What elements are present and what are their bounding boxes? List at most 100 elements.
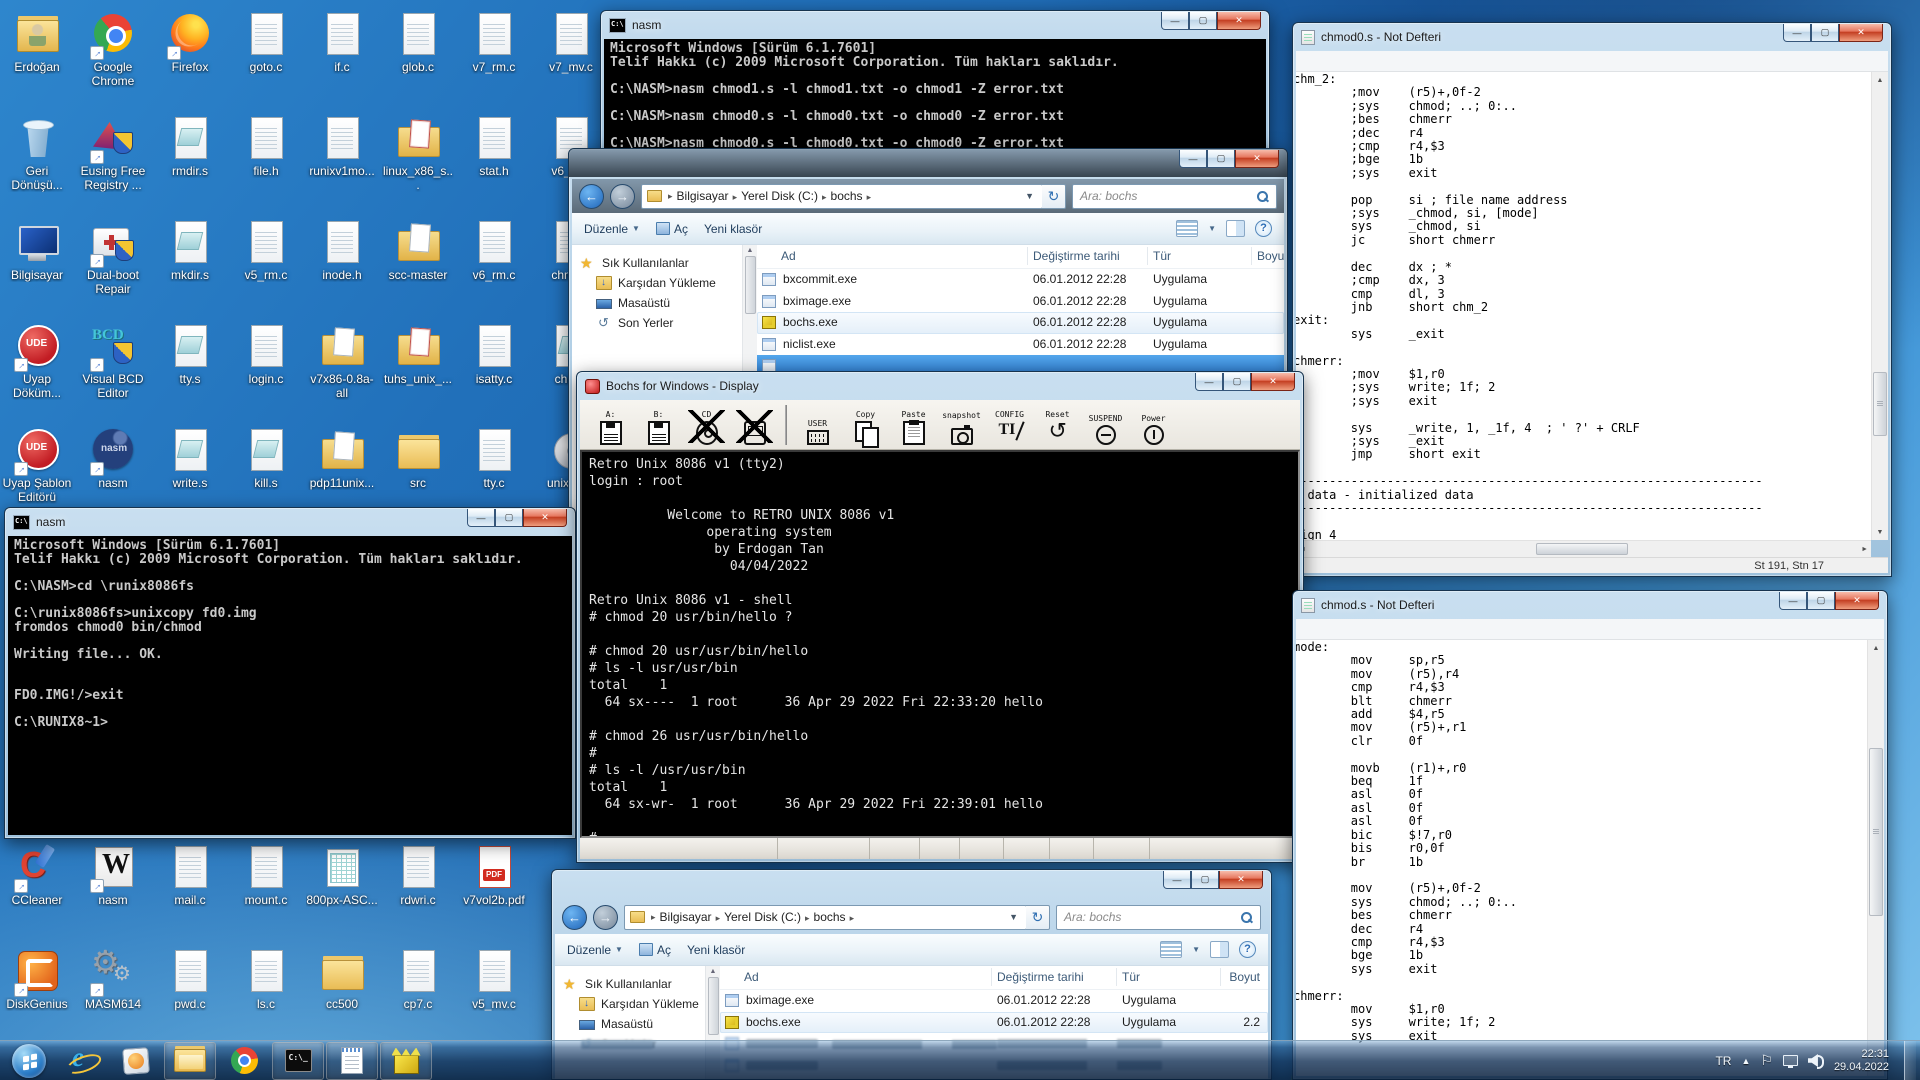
- desktop-icon-eusing-free-registry-...[interactable]: Eusing Free Registry ...: [77, 114, 149, 192]
- desktop-icon-v5-mv.c[interactable]: v5_mv.c: [458, 947, 530, 1011]
- taskbar-button-bochs[interactable]: [380, 1042, 432, 1080]
- search-input[interactable]: Ara: bochs: [1056, 905, 1261, 930]
- chevron-down-icon[interactable]: ▼: [1192, 945, 1200, 954]
- minimize-button[interactable]: —: [1179, 150, 1207, 168]
- sidebar-item-masaüstü[interactable]: Masaüstü: [555, 1014, 705, 1034]
- address-dropdown-icon[interactable]: ▼: [1006, 912, 1021, 922]
- bochs-display[interactable]: Retro Unix 8086 v1 (tty2) login : root W…: [580, 450, 1300, 838]
- desktop-icon-tty.c[interactable]: tty.c: [458, 426, 530, 490]
- file-row-bximage.exe[interactable]: bximage.exe 06.01.2012 22:28 Uygulama: [720, 990, 1268, 1012]
- scrollbar-thumb[interactable]: [1536, 543, 1628, 555]
- close-button[interactable]: ✕: [1219, 871, 1263, 889]
- desktop-icon-masm614[interactable]: MASM614: [77, 947, 149, 1011]
- breadcrumb[interactable]: ▸ Bilgisayar▸Yerel Disk (C:)▸bochs▸ ▼: [624, 905, 1027, 930]
- menu-görünüm[interactable]: [1347, 59, 1363, 63]
- sidebar-item-sık-kullanılanlar[interactable]: Sık Kullanılanlar: [572, 253, 742, 273]
- column-header-size[interactable]: Boyut: [1257, 249, 1284, 263]
- minimize-button[interactable]: —: [1779, 592, 1807, 610]
- bochs-tool-cd[interactable]: CD: [684, 402, 729, 445]
- taskbar-button-explorer[interactable]: [164, 1042, 216, 1080]
- minimize-button[interactable]: —: [467, 509, 495, 527]
- chevron-down-icon[interactable]: ▼: [1208, 224, 1216, 233]
- bochs-tool-paste[interactable]: Paste: [891, 402, 936, 445]
- vertical-scrollbar[interactable]: ▲ ▼: [1867, 640, 1884, 1076]
- open-button[interactable]: Aç: [656, 222, 688, 236]
- bochs-tool-b[interactable]: B:: [636, 402, 681, 445]
- file-row-bxcommit.exe[interactable]: bxcommit.exe 06.01.2012 22:28 Uygulama: [757, 269, 1284, 291]
- bochs-tool-button[interactable]: [732, 402, 777, 445]
- scrollbar-thumb[interactable]: [1869, 748, 1883, 916]
- refresh-icon[interactable]: ↻: [1026, 905, 1050, 930]
- close-button[interactable]: ✕: [1839, 24, 1883, 42]
- menu-biçim[interactable]: [1331, 627, 1347, 631]
- column-header-size[interactable]: Boyut: [1229, 970, 1260, 984]
- action-center-flag-icon[interactable]: ⚐: [1760, 1052, 1773, 1069]
- menu-dosya[interactable]: [1299, 627, 1315, 631]
- desktop-icon-inode.h[interactable]: inode.h: [306, 218, 378, 282]
- scroll-down-icon[interactable]: ▼: [1872, 524, 1888, 540]
- help-icon[interactable]: ?: [1239, 941, 1256, 958]
- refresh-icon[interactable]: ↻: [1042, 184, 1066, 209]
- bochs-tool-reset[interactable]: Reset: [1035, 402, 1080, 445]
- desktop-icon-tty.s[interactable]: tty.s: [154, 322, 226, 386]
- file-row-niclist.exe[interactable]: niclist.exe 06.01.2012 22:28 Uygulama: [757, 334, 1284, 356]
- taskbar-button-media-player[interactable]: [110, 1042, 162, 1080]
- desktop-icon-v7-rm.c[interactable]: v7_rm.c: [458, 10, 530, 74]
- desktop-icon-v7-mv.c[interactable]: v7_mv.c: [535, 10, 607, 74]
- desktop-icon-if.c[interactable]: if.c: [306, 10, 378, 74]
- tray-expand-icon[interactable]: ▲: [1741, 1056, 1750, 1066]
- desktop-icon-800px-asc...[interactable]: 800px-ASC...: [306, 843, 378, 907]
- desktop-icon-kill.s[interactable]: kill.s: [230, 426, 302, 490]
- titlebar[interactable]: — ▢ ✕: [569, 149, 1287, 177]
- file-row-bochs.exe[interactable]: bochs.exe 06.01.2012 22:28 Uygulama: [757, 312, 1284, 334]
- desktop-icon-rmdir.s[interactable]: rmdir.s: [154, 114, 226, 178]
- desktop-icon-google-chrome[interactable]: Google Chrome: [77, 10, 149, 88]
- breadcrumb-yerel-disk-c[interactable]: Yerel Disk (C:)▸: [724, 910, 813, 924]
- desktop-icon-src[interactable]: src: [382, 426, 454, 490]
- breadcrumb-bochs[interactable]: bochs▸: [814, 910, 859, 924]
- address-dropdown-icon[interactable]: ▼: [1022, 191, 1037, 201]
- breadcrumb-yerel-disk-c[interactable]: Yerel Disk (C:)▸: [741, 189, 830, 203]
- scrollbar-thumb[interactable]: [745, 256, 756, 314]
- titlebar[interactable]: chmod.s - Not Defteri — ▢ ✕: [1293, 591, 1887, 619]
- scroll-up-icon[interactable]: ▲: [1868, 640, 1884, 656]
- column-header-name[interactable]: Ad: [744, 970, 759, 984]
- desktop-icon-uyap-döküm...[interactable]: Uyap Döküm...: [1, 322, 73, 400]
- titlebar[interactable]: nasm — ▢ ✕: [5, 508, 575, 536]
- toolbar-separator[interactable]: [785, 405, 787, 445]
- column-header-name[interactable]: Ad: [781, 249, 796, 263]
- bochs-tool-power[interactable]: Power: [1131, 402, 1176, 445]
- maximize-button[interactable]: ▢: [1207, 150, 1235, 168]
- breadcrumb-bilgisayar[interactable]: Bilgisayar▸: [677, 189, 742, 203]
- taskbar-button-notepad[interactable]: [326, 1042, 378, 1080]
- scrollbar-thumb[interactable]: [708, 977, 719, 1035]
- breadcrumb[interactable]: ▸ Bilgisayar▸Yerel Disk (C:)▸bochs▸ ▼: [641, 184, 1043, 209]
- scroll-up-icon[interactable]: ▲: [1872, 72, 1888, 88]
- close-button[interactable]: ✕: [1251, 373, 1295, 391]
- close-button[interactable]: ✕: [1235, 150, 1279, 168]
- desktop-icon-diskgenius[interactable]: DiskGenius: [1, 947, 73, 1011]
- scrollbar-thumb[interactable]: [1873, 372, 1887, 436]
- maximize-button[interactable]: ▢: [1191, 871, 1219, 889]
- menu-yardım[interactable]: [1363, 627, 1379, 631]
- desktop-icon-file.h[interactable]: file.h: [230, 114, 302, 178]
- bochs-tool-a[interactable]: A:: [588, 402, 633, 445]
- desktop-icon-ls.c[interactable]: ls.c: [230, 947, 302, 1011]
- desktop-icon-v7vol2b.pdf[interactable]: v7vol2b.pdf: [458, 843, 530, 907]
- clock[interactable]: 22:31 29.04.2022: [1834, 1048, 1889, 1074]
- maximize-button[interactable]: ▢: [1807, 592, 1835, 610]
- breadcrumb-bochs[interactable]: bochs▸: [831, 189, 876, 203]
- open-button[interactable]: Aç: [639, 943, 671, 957]
- menu-dosya[interactable]: [1299, 59, 1315, 63]
- desktop-icon-dual-boot-repair[interactable]: Dual-boot Repair: [77, 218, 149, 296]
- maximize-button[interactable]: ▢: [495, 509, 523, 527]
- desktop-icon-goto.c[interactable]: goto.c: [230, 10, 302, 74]
- titlebar[interactable]: Bochs for Windows - Display — ▢ ✕: [577, 372, 1303, 400]
- help-icon[interactable]: ?: [1255, 220, 1272, 237]
- show-desktop-button[interactable]: [1904, 1041, 1916, 1080]
- bochs-tool-user[interactable]: USER: [795, 402, 840, 445]
- desktop-icon-v7x86-0.8a-all[interactable]: v7x86-0.8a-all: [306, 322, 378, 400]
- column-header-type[interactable]: Tür: [1122, 970, 1140, 984]
- desktop-icon-uyap-şablon-editörü[interactable]: Uyap Şablon Editörü: [1, 426, 73, 504]
- menu-biçim[interactable]: [1331, 59, 1347, 63]
